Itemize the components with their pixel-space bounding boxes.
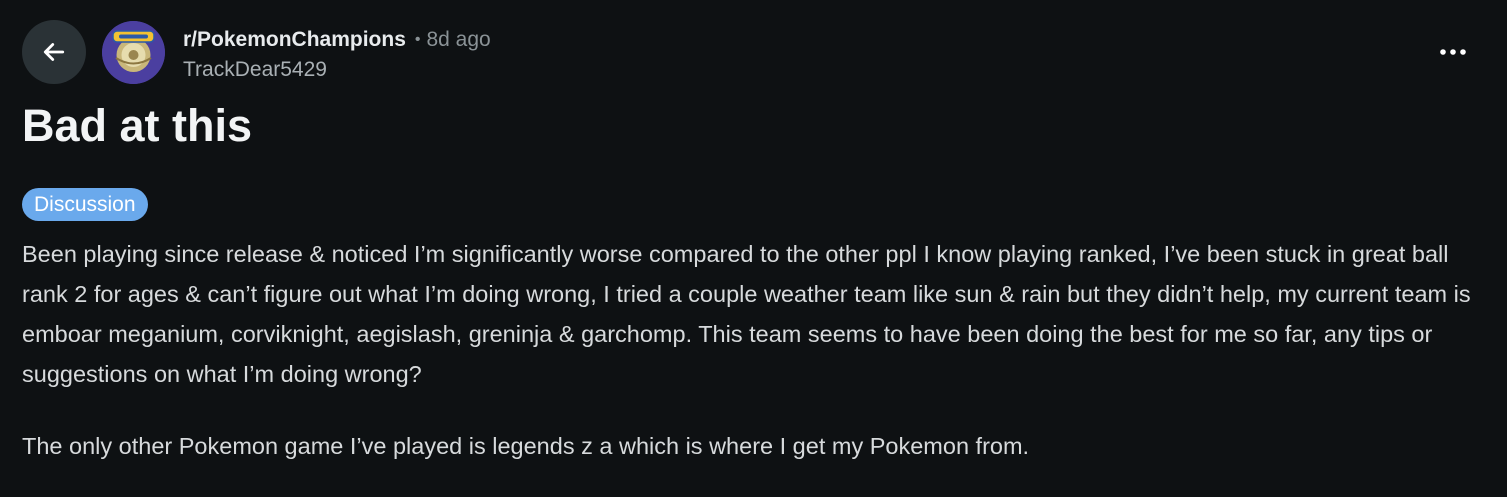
meta-separator: •	[414, 31, 421, 48]
post-flair[interactable]: Discussion	[22, 188, 148, 221]
post-body-paragraph: The only other Pokemon game I’ve played …	[22, 433, 1030, 459]
post-title: Bad at this	[22, 100, 253, 151]
arrow-left-icon	[43, 43, 65, 61]
post-meta: r/PokemonChampions • 8d ago	[183, 26, 491, 54]
back-button[interactable]	[22, 20, 86, 84]
more-options-button[interactable]	[1426, 33, 1480, 71]
author-link[interactable]: TrackDear5429	[183, 58, 327, 82]
subreddit-link[interactable]: r/PokemonChampions	[183, 28, 406, 52]
post-age: 8d ago	[426, 28, 491, 51]
subreddit-avatar[interactable]	[102, 21, 165, 84]
pokemon-logo-icon	[102, 21, 165, 84]
post-body: Been playing since release & noticed I’m…	[22, 234, 1482, 466]
post-body-paragraph: Been playing since release & noticed I’m…	[22, 241, 1471, 387]
more-horizontal-icon	[1440, 49, 1466, 55]
